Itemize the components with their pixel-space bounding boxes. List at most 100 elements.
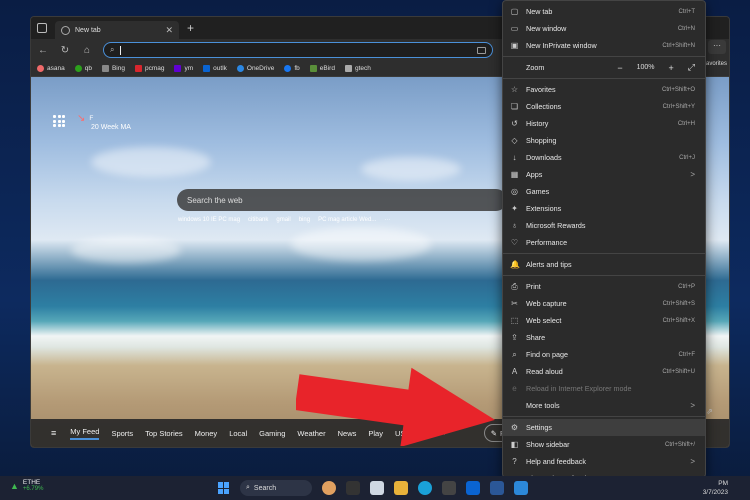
menu-item-web-select[interactable]: ⬚ Web select Ctrl+Shift+X <box>503 312 705 329</box>
new-tab-plus-icon[interactable]: + <box>187 21 194 35</box>
menu-item-new-tab[interactable]: ▢ New tab Ctrl+T <box>503 3 705 20</box>
quick-link[interactable]: gmail <box>276 217 290 223</box>
menu-item-label: Alerts and tips <box>526 260 572 269</box>
web-search-input[interactable]: Search the web <box>177 189 507 211</box>
menu-item-collections[interactable]: ❏ Collections Ctrl+Shift+Y <box>503 98 705 115</box>
start-windows-icon[interactable] <box>218 482 230 494</box>
other-favorites-label[interactable]: avorites <box>706 61 727 67</box>
menu-item-label: Shopping <box>526 136 557 145</box>
settings-and-more-button[interactable]: ··· <box>708 40 726 54</box>
file-explorer-icon[interactable] <box>394 481 408 495</box>
news-tab-gaming[interactable]: Gaming <box>259 429 285 438</box>
menu-item-alerts-and-tips[interactable]: 🔔 Alerts and tips <box>503 256 705 273</box>
address-bar[interactable]: ⌕ <box>103 42 493 58</box>
quick-link[interactable]: citibank <box>248 217 268 223</box>
quick-link[interactable]: windows 10 IE PC mag <box>178 217 240 223</box>
quick-link[interactable]: PC mag article Wed... <box>318 217 376 223</box>
quick-link-more[interactable]: ··· <box>384 217 390 223</box>
app-launcher-icon[interactable] <box>53 115 65 127</box>
menu-item-share[interactable]: ⇪ Share <box>503 329 705 346</box>
menu-item-favorites[interactable]: ☆ Favorites Ctrl+Shift+O <box>503 81 705 98</box>
text-caret <box>120 45 122 55</box>
hamburger-menu-icon[interactable]: ≡ <box>51 428 56 438</box>
favorite-pcmag[interactable]: pcmag <box>134 65 164 72</box>
menu-item-shopping[interactable]: ◇ Shopping <box>503 132 705 149</box>
favorite-bing[interactable]: Bing <box>101 65 125 72</box>
menu-item-help-and-feedback[interactable]: ? Help and feedback > <box>503 453 705 470</box>
widget-unit: F <box>89 115 94 122</box>
store-icon[interactable] <box>370 481 384 495</box>
tab-actions-icon[interactable] <box>37 23 47 33</box>
fav-label: qb <box>84 65 92 72</box>
trend-up-icon: ▲ <box>10 480 19 491</box>
menu-item-label: More tools <box>526 401 560 410</box>
task-view-icon[interactable] <box>346 481 360 495</box>
menu-item-shortcut: Ctrl+T <box>678 8 696 15</box>
news-tab-my-feed[interactable]: My Feed <box>70 427 100 440</box>
news-tab-sports[interactable]: Sports <box>111 429 133 438</box>
favorite-fb[interactable]: fb <box>284 65 300 72</box>
menu-item-microsoft-rewards[interactable]: ♁ Microsoft Rewards <box>503 217 705 234</box>
menu-item-settings[interactable]: ⚙ Settings <box>503 419 705 436</box>
cloud <box>291 227 431 261</box>
menu-item-extensions[interactable]: ✦ Extensions <box>503 200 705 217</box>
menu-item-new-window[interactable]: ▭ New window Ctrl+N <box>503 20 705 37</box>
zoom-in-button[interactable]: + <box>669 63 674 73</box>
menu-item-history[interactable]: ↺ History Ctrl+H <box>503 115 705 132</box>
stock-widget[interactable]: ↘ F 20 Week MA <box>77 113 131 131</box>
external-link-icon[interactable]: ⇗ <box>706 407 713 416</box>
fav-label: outlk <box>213 65 227 72</box>
edge-icon[interactable] <box>418 481 432 495</box>
outlook-icon[interactable] <box>466 481 480 495</box>
taskbar-search[interactable]: ⌕ Search <box>240 480 312 496</box>
favorite-gtech[interactable]: gtech <box>344 65 371 72</box>
app-icon[interactable] <box>442 481 456 495</box>
clock-date: 3/7/2023 <box>702 489 728 496</box>
menu-item-games[interactable]: ◎ Games <box>503 183 705 200</box>
back-arrow-icon[interactable]: ← <box>37 45 49 56</box>
fav-label: asana <box>47 65 65 72</box>
menu-item-performance[interactable]: ♡ Performance <box>503 234 705 251</box>
news-tab-local[interactable]: Local <box>229 429 247 438</box>
menu-item-find-on-page[interactable]: ⌕ Find on page Ctrl+F <box>503 346 705 363</box>
menu-item-web-capture[interactable]: ✂ Web capture Ctrl+Shift+S <box>503 295 705 312</box>
favorite-ebird[interactable]: eBird <box>309 65 335 72</box>
menu-item-shortcut: Ctrl+Shift+S <box>662 300 695 307</box>
refresh-icon[interactable]: ↻ <box>59 45 71 56</box>
menu-item-label: Performance <box>526 238 568 247</box>
fullscreen-icon[interactable]: ⤢ <box>688 62 695 73</box>
close-tab-icon[interactable]: ✕ <box>165 25 173 36</box>
favorite-asana[interactable]: asana <box>37 65 65 72</box>
quick-links: windows 10 IE PC mag citibank gmail bing… <box>178 217 390 223</box>
quick-link[interactable]: bing <box>299 217 310 223</box>
app-available-icon[interactable] <box>477 46 486 54</box>
menu-item-show-sidebar[interactable]: ◧ Show sidebar Ctrl+Shift+/ <box>503 436 705 453</box>
favorite-onedrive[interactable]: OneDrive <box>236 65 274 72</box>
favorite-qb[interactable]: qb <box>74 65 92 72</box>
menu-icon-show-sidebar-icon: ◧ <box>510 440 519 449</box>
menu-item-read-aloud[interactable]: A Read aloud Ctrl+Shift+U <box>503 363 705 380</box>
favorite-ym[interactable]: ym <box>174 65 193 72</box>
menu-item-downloads[interactable]: ↓ Downloads Ctrl+J <box>503 149 705 166</box>
people-icon[interactable] <box>322 481 336 495</box>
menu-item-apps[interactable]: ▦ Apps > <box>503 166 705 183</box>
menu-icon-read-aloud-icon: A <box>511 367 518 376</box>
menu-item-new-inprivate-window[interactable]: ▣ New InPrivate window Ctrl+Shift+N <box>503 37 705 54</box>
stock-ticker-widget[interactable]: ▲ ETHE +6.79% <box>10 479 43 492</box>
menu-icon-extensions-icon: ✦ <box>511 204 518 213</box>
news-tab-top-stories[interactable]: Top Stories <box>145 429 183 438</box>
menu-icon-reload-in-internet-explorer-mode-icon: e <box>512 384 517 393</box>
tab-new-tab[interactable]: New tab ✕ <box>55 21 179 39</box>
word-icon[interactable] <box>490 481 504 495</box>
system-clock[interactable]: PM 3/7/2023 <box>703 479 728 497</box>
menu-item-print[interactable]: ⎙ Print Ctrl+P <box>503 278 705 295</box>
search-icon: ⌕ <box>246 484 250 491</box>
app-icon[interactable] <box>514 481 528 495</box>
menu-separator <box>503 253 705 254</box>
zoom-out-button[interactable]: − <box>617 63 622 73</box>
menu-item-label: Downloads <box>526 153 562 162</box>
menu-item-more-tools[interactable]: More tools > <box>503 397 705 414</box>
favorite-outlk[interactable]: outlk <box>203 65 227 72</box>
news-tab-money[interactable]: Money <box>195 429 218 438</box>
home-icon[interactable]: ⌂ <box>81 45 93 56</box>
